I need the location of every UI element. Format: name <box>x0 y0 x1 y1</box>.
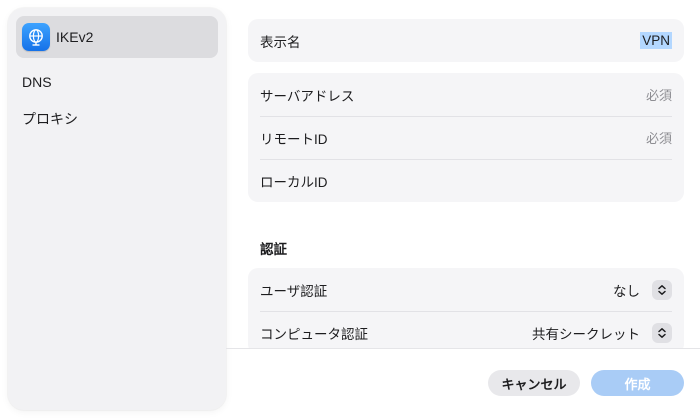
sidebar-item-ikev2[interactable]: IKEv2 <box>16 16 218 58</box>
create-button[interactable]: 作成 <box>591 370 684 396</box>
remote-id-label: リモートID <box>260 131 328 147</box>
auth-section-title: 認証 <box>260 242 287 257</box>
remote-id-field[interactable]: 必須 <box>646 128 672 147</box>
server-address-row[interactable]: サーバアドレス 必須 <box>248 73 684 116</box>
chevron-up-down-icon <box>652 322 672 343</box>
display-name-row[interactable]: 表示名 VPN <box>248 19 684 62</box>
cancel-button[interactable]: キャンセル <box>488 370 580 396</box>
chevron-up-down-icon <box>652 279 672 300</box>
sidebar-item-label: IKEv2 <box>56 29 94 45</box>
computer-auth-popup[interactable]: 共有シークレット <box>532 322 672 343</box>
vpn-configuration-sheet: IKEv2 DNS プロキシ 表示名 VPN サーバアドレス 必須 リモートID… <box>0 0 700 420</box>
computer-auth-row: コンピュータ認証 共有シークレット <box>248 311 684 348</box>
auth-group: ユーザ認証 なし コンピュータ認証 共有シークレット <box>248 268 684 348</box>
local-id-label: ローカルID <box>260 174 328 190</box>
user-auth-value: なし <box>613 283 640 299</box>
sidebar: IKEv2 DNS プロキシ <box>8 8 226 410</box>
server-address-label: サーバアドレス <box>260 88 355 104</box>
footer-divider <box>226 348 700 349</box>
sidebar-item-label: プロキシ <box>22 111 78 127</box>
sidebar-item-dns[interactable]: DNS <box>16 61 218 103</box>
display-name-group: 表示名 VPN <box>248 19 684 62</box>
sidebar-item-proxy[interactable]: プロキシ <box>16 98 218 140</box>
display-name-field[interactable]: VPN <box>640 32 672 49</box>
user-auth-row: ユーザ認証 なし <box>248 268 684 311</box>
settings-form: 表示名 VPN サーバアドレス 必須 リモートID 必須 ローカルID 認証 ユ… <box>248 0 688 348</box>
remote-id-row[interactable]: リモートID 必須 <box>248 116 684 159</box>
display-name-label: 表示名 <box>260 34 301 50</box>
computer-auth-value: 共有シークレット <box>532 326 640 342</box>
sidebar-item-label: DNS <box>22 74 52 90</box>
user-auth-label: ユーザ認証 <box>260 283 328 299</box>
server-address-field[interactable]: 必須 <box>646 85 672 104</box>
user-auth-popup[interactable]: なし <box>613 279 672 300</box>
server-group: サーバアドレス 必須 リモートID 必須 ローカルID <box>248 73 684 202</box>
computer-auth-label: コンピュータ認証 <box>260 326 368 342</box>
local-id-row[interactable]: ローカルID <box>248 159 684 202</box>
globe-icon <box>22 23 50 51</box>
